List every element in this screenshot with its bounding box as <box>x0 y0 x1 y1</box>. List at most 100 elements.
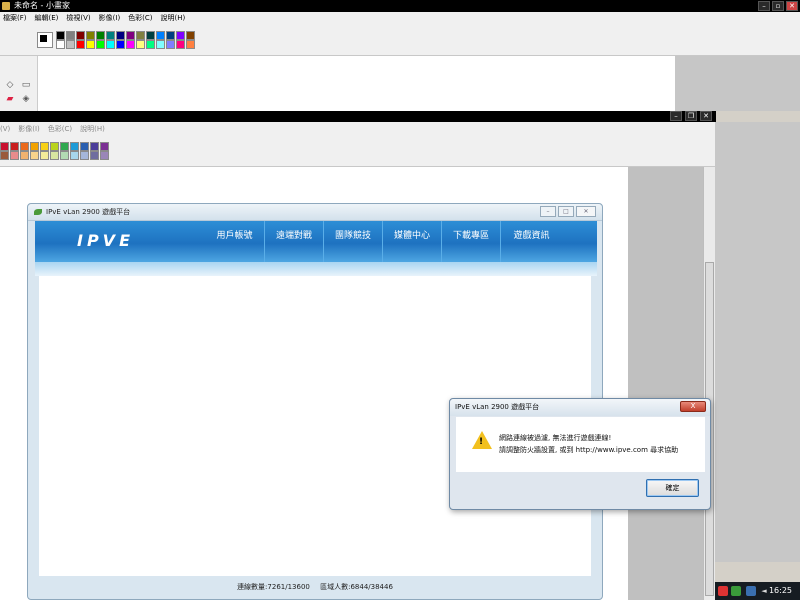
color-swatch[interactable] <box>90 142 99 151</box>
color-swatch[interactable] <box>176 31 185 40</box>
color-swatch[interactable] <box>96 40 105 49</box>
error-dialog: IPvE vLan 2900 遊戲平台 X ! 網路連線被過濾, 無法進行遊戲連… <box>449 398 711 510</box>
update-icon[interactable] <box>731 586 741 596</box>
color-swatch[interactable] <box>166 31 175 40</box>
color-swatch[interactable] <box>40 142 49 151</box>
menu-colors[interactable]: 色彩(C) <box>128 12 152 24</box>
color-swatch[interactable] <box>80 151 89 160</box>
ok-button[interactable]: 確定 <box>646 479 699 497</box>
volume-icon[interactable]: ◄ <box>759 586 769 596</box>
color-swatch[interactable] <box>76 40 85 49</box>
color-swatch[interactable] <box>56 40 65 49</box>
dialog-message-line2: 請調整防火牆設置, 或到 http://www.ipve.com 尋求協助 <box>499 446 679 454</box>
fill-bucket-icon[interactable]: ◈ <box>21 94 31 104</box>
color-swatch[interactable] <box>186 40 195 49</box>
rect-select-icon[interactable]: ▭ <box>21 80 31 90</box>
nav-media-center[interactable]: 媒體中心 <box>382 221 441 262</box>
color-swatch[interactable] <box>50 151 59 160</box>
color-swatch[interactable] <box>100 151 109 160</box>
menu-help[interactable]: 說明(H) <box>80 122 105 136</box>
color-swatch[interactable] <box>126 31 135 40</box>
paint-caption-buttons: – ▫ ✕ <box>758 1 798 11</box>
color-swatch[interactable] <box>146 31 155 40</box>
close-button[interactable]: ✕ <box>786 1 798 11</box>
menu-view[interactable]: 檢視(V) <box>66 12 90 24</box>
paint-canvas[interactable] <box>37 56 675 111</box>
color-swatch[interactable] <box>60 151 69 160</box>
dialog-close-button[interactable]: X <box>680 401 706 412</box>
color-swatch[interactable] <box>66 40 75 49</box>
nav-team-competition[interactable]: 團隊競技 <box>323 221 382 262</box>
nav-user-account[interactable]: 用戶帳號 <box>205 221 264 262</box>
color-swatch[interactable] <box>186 31 195 40</box>
color-swatch[interactable] <box>126 40 135 49</box>
minimize-button[interactable]: – <box>758 1 770 11</box>
color-swatch[interactable] <box>116 40 125 49</box>
dialog-title: IPvE vLan 2900 遊戲平台 <box>455 403 540 411</box>
vertical-scrollbar[interactable] <box>703 167 715 600</box>
close-button[interactable]: ✕ <box>576 206 596 217</box>
menu-colors[interactable]: 色彩(C) <box>48 122 72 136</box>
menu-help[interactable]: 說明(H) <box>161 12 186 24</box>
color-swatch[interactable] <box>10 142 19 151</box>
color-swatch[interactable] <box>30 151 39 160</box>
color-swatch[interactable] <box>156 31 165 40</box>
color-swatch[interactable] <box>166 40 175 49</box>
nav-remote-battle[interactable]: 遠端對戰 <box>264 221 323 262</box>
current-colors[interactable] <box>37 32 53 48</box>
menu-edit[interactable]: 編輯(E) <box>35 12 59 24</box>
nav-game-info[interactable]: 遊戲資訊 <box>500 221 562 262</box>
color-swatch[interactable] <box>136 31 145 40</box>
maximize-button[interactable]: □ <box>558 206 574 217</box>
clock[interactable]: 16:25 <box>769 582 792 600</box>
color-swatch[interactable] <box>90 151 99 160</box>
color-swatch[interactable] <box>116 31 125 40</box>
close-button[interactable]: ✕ <box>700 111 712 121</box>
menu-view[interactable]: (V) <box>0 122 10 136</box>
color-swatch[interactable] <box>70 142 79 151</box>
color-swatch[interactable] <box>20 151 29 160</box>
color-swatch[interactable] <box>86 40 95 49</box>
color-swatch[interactable] <box>20 142 29 151</box>
color-swatch[interactable] <box>66 31 75 40</box>
color-swatch[interactable] <box>76 31 85 40</box>
network-icon[interactable] <box>746 586 756 596</box>
color-swatch[interactable] <box>80 142 89 151</box>
color-swatch[interactable] <box>96 31 105 40</box>
desktop-area <box>715 122 800 562</box>
paint-toolbox: ◇ ▭ ▰ ◈ <box>0 56 37 111</box>
color-swatch[interactable] <box>176 40 185 49</box>
menu-file[interactable]: 檔案(F) <box>3 12 27 24</box>
color-swatch[interactable] <box>0 151 9 160</box>
color-swatch[interactable] <box>156 40 165 49</box>
color-swatch[interactable] <box>106 31 115 40</box>
color-swatch[interactable] <box>30 142 39 151</box>
nav-download-zone[interactable]: 下載專區 <box>441 221 500 262</box>
paint2-menubar: (V) 影像(I) 色彩(C) 說明(H) <box>0 122 716 136</box>
color-swatch[interactable] <box>136 40 145 49</box>
menu-image[interactable]: 影像(I) <box>18 122 40 136</box>
color-swatch[interactable] <box>50 142 59 151</box>
free-select-icon[interactable]: ◇ <box>5 80 15 90</box>
eraser-icon[interactable]: ▰ <box>5 94 15 104</box>
color-swatch[interactable] <box>86 31 95 40</box>
color-swatch[interactable] <box>10 151 19 160</box>
ipve-navbar: IPVE 用戶帳號 遠端對戰 團隊競技 媒體中心 下載專區 遊戲資訊 <box>35 221 597 276</box>
minimize-button[interactable]: – <box>540 206 556 217</box>
color-swatch[interactable] <box>0 142 9 151</box>
color-swatch[interactable] <box>40 151 49 160</box>
restore-button[interactable]: ❐ <box>685 111 697 121</box>
shield-alert-icon[interactable] <box>718 586 728 596</box>
color-swatch[interactable] <box>60 142 69 151</box>
color-swatch[interactable] <box>70 151 79 160</box>
menu-image[interactable]: 影像(I) <box>99 12 121 24</box>
minimize-button[interactable]: – <box>670 111 682 121</box>
color-swatch[interactable] <box>106 40 115 49</box>
maximize-button[interactable]: ▫ <box>772 1 784 11</box>
ipve-title: IPvE vLan 2900 遊戲平台 <box>46 208 131 216</box>
color-swatch[interactable] <box>146 40 155 49</box>
regional-users: 區域人數:6844/38446 <box>320 583 393 591</box>
color-swatch[interactable] <box>100 142 109 151</box>
dialog-titlebar: IPvE vLan 2900 遊戲平台 X <box>450 399 710 416</box>
color-swatch[interactable] <box>56 31 65 40</box>
